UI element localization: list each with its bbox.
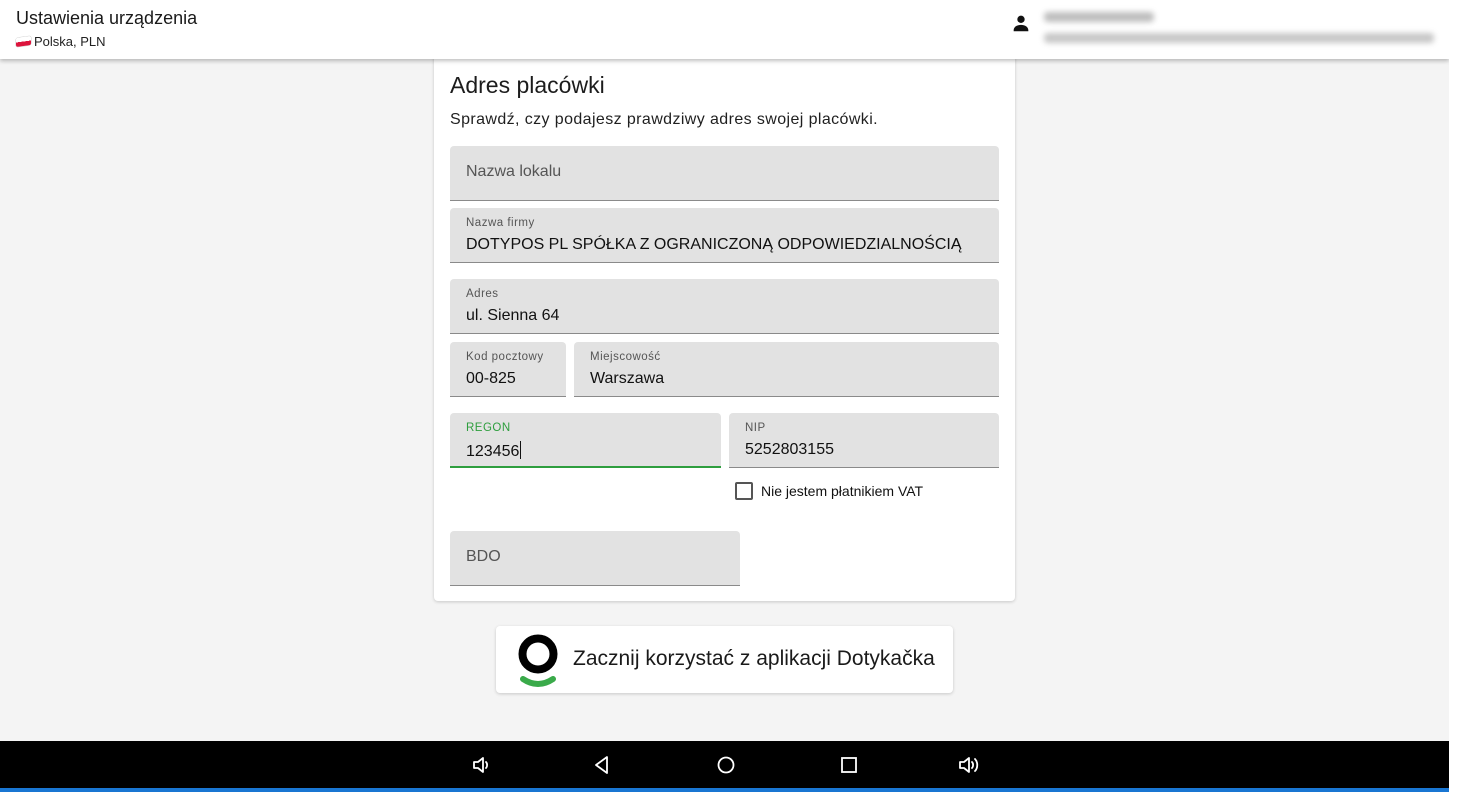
vat-checkbox-row[interactable]: Nie jestem płatnikiem VAT	[735, 482, 923, 500]
nazwa-firmy-value: DOTYPOS PL SPÓŁKA Z OGRANICZONĄ ODPOWIED…	[466, 236, 962, 253]
page-title: Ustawienia urządzenia	[16, 8, 198, 28]
miejscowosc-value: Warszawa	[590, 370, 665, 387]
nazwa-lokalu-field[interactable]: Nazwa lokalu	[450, 146, 999, 201]
start-app-label: Zacznij korzystać z aplikacji Dotykačka	[573, 647, 935, 670]
regon-label: REGON	[466, 422, 511, 434]
adres-value: ul. Sienna 64	[466, 307, 560, 324]
nip-value: 5252803155	[745, 441, 834, 458]
nazwa-lokalu-placeholder: Nazwa lokalu	[466, 163, 562, 180]
regon-value-wrap: 123456	[466, 441, 522, 461]
miejscowosc-field[interactable]: Miejscowość Warszawa	[574, 342, 999, 397]
nazwa-firmy-label: Nazwa firmy	[466, 217, 535, 229]
vat-checkbox[interactable]	[735, 482, 753, 500]
start-app-button[interactable]: Zacznij korzystać z aplikacji Dotykačka	[496, 626, 953, 693]
recents-icon[interactable]	[837, 753, 861, 777]
card-description: Sprawdź, czy podajesz prawdziwy adres sw…	[450, 111, 878, 128]
volume-up-icon[interactable]	[957, 753, 981, 777]
android-navigation-bar	[0, 741, 1449, 788]
text-cursor	[520, 441, 522, 459]
back-icon[interactable]	[590, 753, 614, 777]
screen-edge	[1449, 0, 1463, 792]
address-card: Adres placówki Sprawdź, czy podajesz pra…	[434, 50, 1015, 601]
bottom-accent-line	[0, 788, 1449, 792]
nip-label: NIP	[745, 422, 766, 434]
bdo-placeholder: BDO	[466, 548, 501, 565]
user-account-info-blurred[interactable]	[1040, 9, 1440, 49]
regon-field[interactable]: REGON 123456	[450, 413, 721, 468]
miejscowosc-label: Miejscowość	[590, 351, 661, 363]
kod-pocztowy-value: 00-825	[466, 370, 516, 387]
region-currency-label: Polska, PLN	[34, 34, 106, 49]
poland-flag-icon	[16, 35, 31, 48]
regon-value: 123456	[466, 443, 520, 460]
volume-down-icon[interactable]	[470, 753, 494, 777]
bdo-field[interactable]: BDO	[450, 531, 740, 586]
adres-field[interactable]: Adres ul. Sienna 64	[450, 279, 999, 334]
home-icon[interactable]	[714, 753, 738, 777]
region-currency[interactable]: Polska, PLN	[16, 34, 106, 49]
nip-field[interactable]: NIP 5252803155	[729, 413, 999, 468]
app-viewport: Ustawienia urządzenia Polska, PLN Adres …	[0, 0, 1449, 741]
nazwa-firmy-field[interactable]: Nazwa firmy DOTYPOS PL SPÓŁKA Z OGRANICZ…	[450, 208, 999, 263]
dotykacka-logo-icon	[518, 634, 558, 687]
person-icon[interactable]	[1010, 12, 1032, 34]
kod-pocztowy-field[interactable]: Kod pocztowy 00-825	[450, 342, 566, 397]
vat-checkbox-label: Nie jestem płatnikiem VAT	[761, 483, 924, 499]
kod-pocztowy-label: Kod pocztowy	[466, 351, 544, 363]
app-header: Ustawienia urządzenia Polska, PLN	[0, 0, 1449, 59]
adres-label: Adres	[466, 288, 499, 300]
card-title: Adres placówki	[450, 72, 605, 98]
